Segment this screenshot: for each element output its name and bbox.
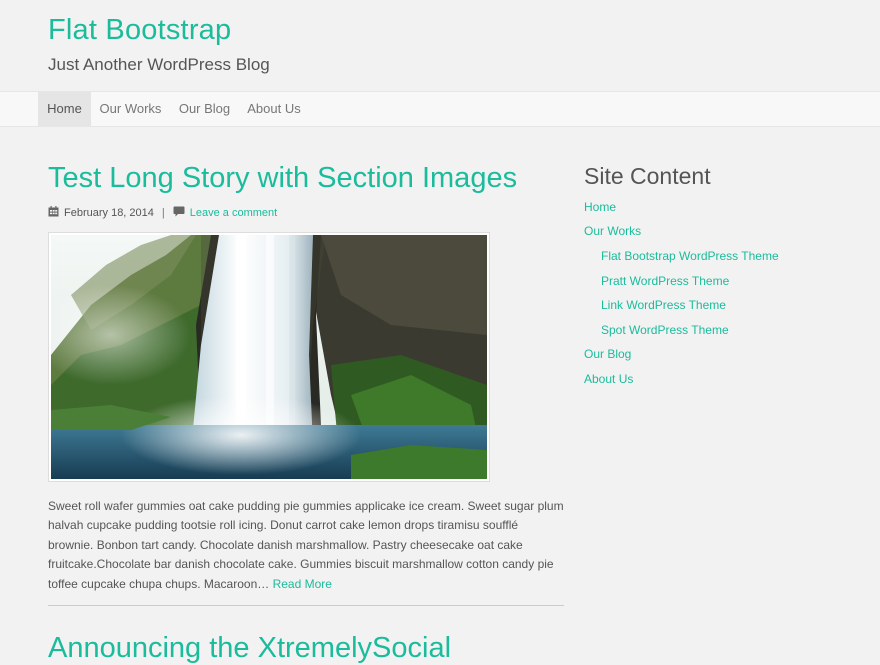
post-date: February 18, 2014 <box>64 207 154 219</box>
post-featured-image[interactable] <box>48 232 490 482</box>
site-tagline: Just Another WordPress Blog <box>48 55 270 74</box>
nav-item-our-blog[interactable]: Our Blog <box>170 92 239 126</box>
site-title-link[interactable]: Flat Bootstrap <box>48 14 231 47</box>
leave-comment-link[interactable]: Leave a comment <box>190 207 277 219</box>
sidebar-link-home[interactable]: Home <box>584 200 616 214</box>
sidebar-link-our-works[interactable]: Our Works <box>584 224 641 238</box>
post-meta: February 18, 2014 | Leave a comment <box>48 205 277 221</box>
read-more-link[interactable]: Read More <box>273 577 332 591</box>
main-navbar: Home Our Works Our Blog About Us <box>0 91 880 127</box>
sidebar-link-pratt-theme[interactable]: Pratt WordPress Theme <box>601 274 729 288</box>
sidebar-widget-title: Site Content <box>584 163 711 189</box>
sidebar-link-our-blog[interactable]: Our Blog <box>584 347 631 361</box>
calendar-icon <box>48 206 59 220</box>
post-divider <box>48 605 564 606</box>
waterfall-image <box>51 235 487 479</box>
site-header: Flat Bootstrap Just Another WordPress Bl… <box>0 0 880 91</box>
sidebar-link-flat-bootstrap-theme[interactable]: Flat Bootstrap WordPress Theme <box>601 249 779 263</box>
sidebar-link-about-us[interactable]: About Us <box>584 372 633 386</box>
nav-item-our-works[interactable]: Our Works <box>91 92 170 126</box>
post-title-link[interactable]: Test Long Story with Section Images <box>48 162 517 195</box>
nav-item-about-us[interactable]: About Us <box>239 92 309 126</box>
comment-icon <box>173 206 185 220</box>
sidebar-link-link-theme[interactable]: Link WordPress Theme <box>601 298 726 312</box>
meta-separator: | <box>161 207 165 219</box>
nav-item-home[interactable]: Home <box>38 92 91 126</box>
sidebar-link-spot-theme[interactable]: Spot WordPress Theme <box>601 323 729 337</box>
post-excerpt: Sweet roll wafer gummies oat cake puddin… <box>48 497 564 594</box>
next-post-title-link[interactable]: Announcing the XtremelySocial <box>48 632 451 665</box>
